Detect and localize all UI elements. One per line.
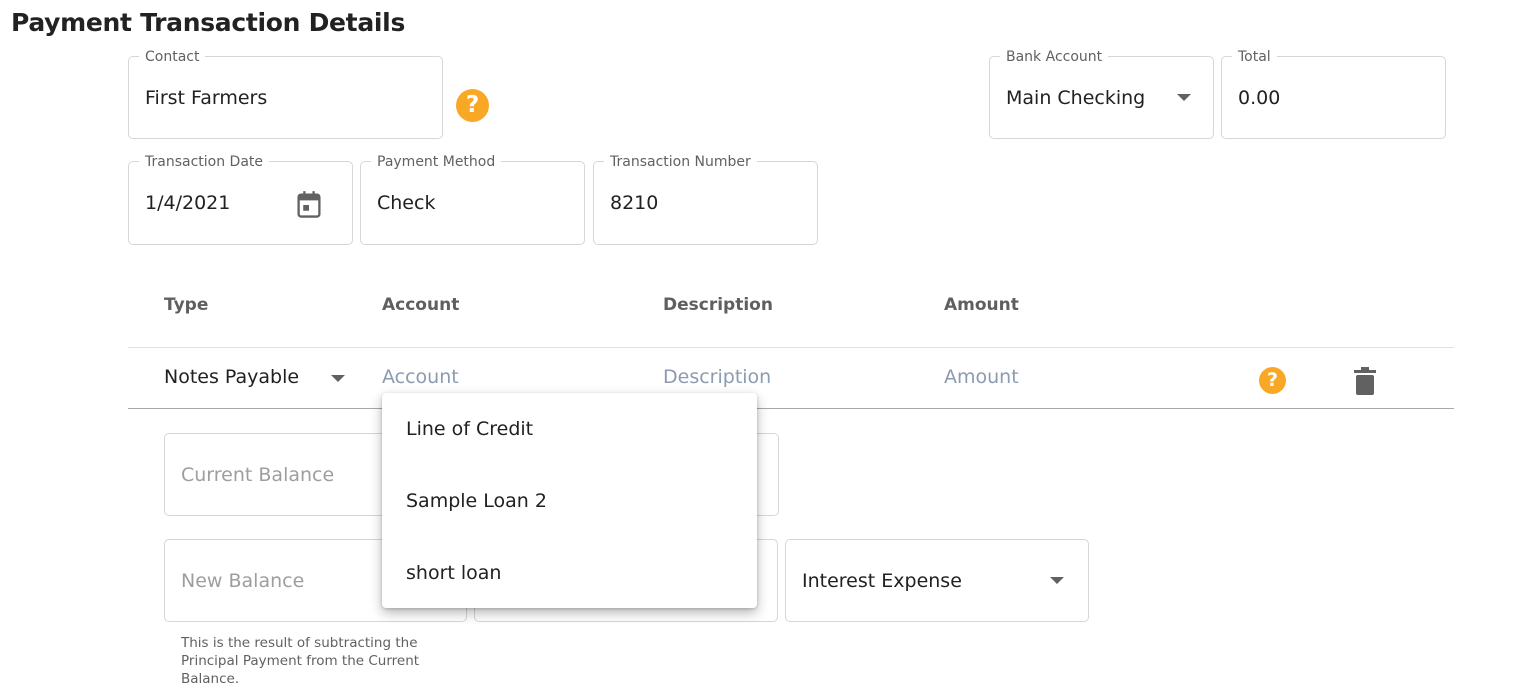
amount-input[interactable]: Amount (944, 366, 1019, 388)
header-divider (128, 347, 1454, 348)
dropdown-option-sample-loan-2[interactable]: Sample Loan 2 (406, 490, 547, 512)
new-balance-helper-text: This is the result of subtracting the Pr… (181, 635, 420, 687)
contact-help-icon[interactable]: ? (456, 89, 489, 122)
transaction-number-value: 8210 (610, 192, 659, 214)
interest-account-select[interactable]: Interest Expense (785, 539, 1089, 622)
interest-account-caret-down-icon (1050, 577, 1064, 584)
column-header-account: Account (382, 295, 460, 315)
contact-label: Contact (139, 49, 206, 65)
total-field[interactable]: Total 0.00 (1221, 49, 1446, 139)
calendar-icon[interactable] (295, 190, 323, 220)
type-select[interactable]: Notes Payable (164, 366, 299, 388)
transaction-date-label: Transaction Date (139, 154, 270, 170)
current-balance-placeholder: Current Balance (181, 463, 335, 486)
transaction-number-field[interactable]: Transaction Number 8210 (593, 154, 818, 245)
payment-method-value: Check (377, 192, 436, 214)
row-divider (128, 408, 1454, 409)
transaction-number-label: Transaction Number (604, 154, 757, 170)
row-help-icon[interactable]: ? (1259, 367, 1286, 394)
bank-account-caret-down-icon (1177, 94, 1191, 101)
trash-icon[interactable] (1354, 367, 1376, 395)
interest-account-value: Interest Expense (802, 569, 962, 592)
new-balance-placeholder: New Balance (181, 569, 305, 592)
total-label: Total (1232, 49, 1277, 65)
contact-field[interactable]: Contact First Farmers (128, 49, 443, 139)
description-input[interactable]: Description (663, 366, 771, 388)
type-caret-down-icon[interactable] (331, 375, 345, 382)
transaction-date-field[interactable]: Transaction Date 1/4/2021 (128, 154, 353, 245)
bank-account-label: Bank Account (1000, 49, 1109, 65)
dropdown-option-line-of-credit[interactable]: Line of Credit (406, 418, 533, 440)
transaction-date-value: 1/4/2021 (145, 192, 231, 214)
column-header-type: Type (164, 295, 209, 315)
column-header-amount: Amount (944, 295, 1019, 315)
account-dropdown-menu: Line of Credit Sample Loan 2 short loan (382, 393, 757, 608)
payment-method-field[interactable]: Payment Method Check (360, 154, 585, 245)
contact-value: First Farmers (145, 86, 268, 109)
payment-method-label: Payment Method (371, 154, 502, 170)
column-header-description: Description (663, 295, 773, 315)
bank-account-select[interactable]: Bank Account Main Checking (989, 49, 1214, 139)
total-value: 0.00 (1238, 86, 1281, 109)
bank-account-value: Main Checking (1006, 86, 1146, 109)
page-title: Payment Transaction Details (11, 8, 406, 37)
account-input[interactable]: Account (382, 366, 459, 388)
dropdown-option-short-loan[interactable]: short loan (406, 562, 501, 584)
